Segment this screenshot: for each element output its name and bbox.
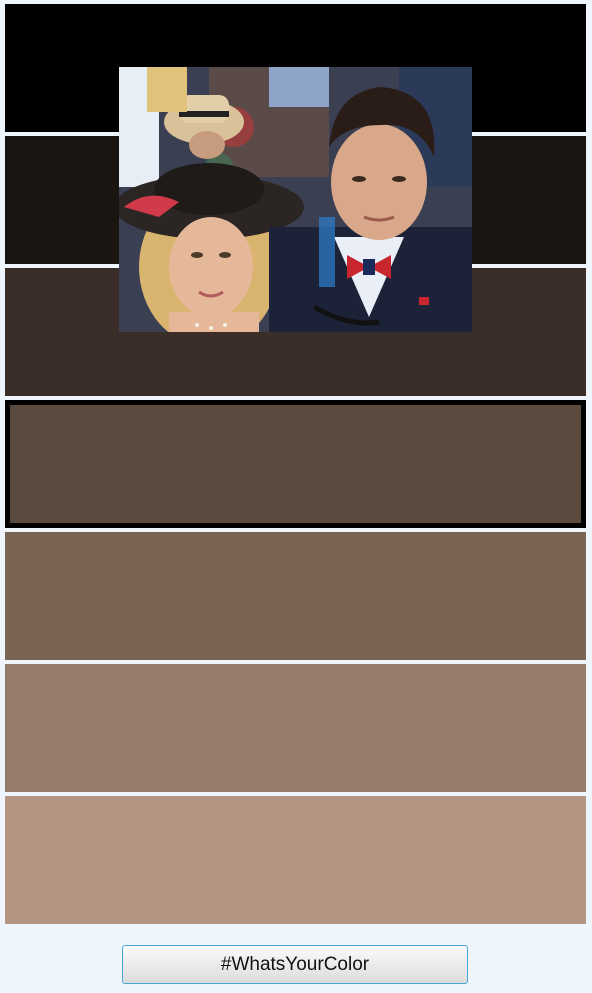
selfie-photo — [119, 67, 472, 332]
color-swatch-5[interactable] — [5, 532, 586, 660]
color-swatch-6[interactable] — [5, 664, 586, 792]
whats-your-color-button[interactable]: #WhatsYourColor — [122, 945, 468, 984]
color-swatch-4[interactable] — [5, 400, 586, 528]
photo-illustration — [119, 67, 472, 332]
color-swatch-7[interactable] — [5, 796, 586, 924]
